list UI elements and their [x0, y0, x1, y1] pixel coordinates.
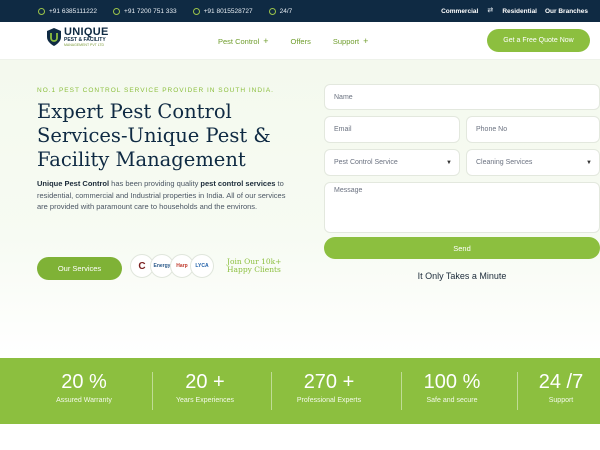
link-our-branches[interactable]: Our Branches [545, 8, 588, 15]
share-icon: ⇄ [487, 7, 494, 14]
hero-headline: Expert Pest Control Services-Unique Pest… [37, 100, 271, 171]
site-logo[interactable]: UNIQUE PEST & FACILITY MANAGEMENT PVT LT… [47, 27, 109, 48]
nav-menu: Pest Control + Offers Support + [218, 22, 368, 60]
page-bottom [0, 424, 600, 450]
logo-line-3: MANAGEMENT PVT LTD [64, 43, 105, 47]
divider [401, 372, 402, 410]
stat-safe: 100 % Safe and secure [423, 371, 481, 404]
top-bar: +91 6385111222 +91 7200 751 333 +91 8015… [0, 0, 600, 22]
caret-down-icon: ▼ [446, 159, 452, 166]
link-commercial[interactable]: Commercial [441, 8, 478, 15]
send-button[interactable]: Send [324, 237, 600, 259]
stat-experts: 270 + Professional Experts [296, 371, 362, 404]
shield-logo-icon [47, 28, 61, 47]
divider [152, 372, 153, 410]
caret-down-icon: ▼ [586, 159, 592, 166]
email-input[interactable]: Email [324, 116, 460, 143]
stat-support: 24 /7 Support [538, 371, 584, 404]
contact-list: +91 6385111222 +91 7200 751 333 +91 8015… [38, 7, 292, 15]
plus-icon: + [263, 35, 269, 46]
phone-link-1[interactable]: +91 6385111222 [38, 7, 97, 15]
top-links: Commercial ⇄ Residential Our Branches [441, 0, 588, 22]
hero-section: NO.1 PEST CONTROL SERVICE PROVIDER IN SO… [0, 60, 600, 358]
plus-icon: + [363, 35, 369, 46]
hero-description: Unique Pest Control has been providing q… [37, 179, 286, 211]
clock-icon [268, 7, 276, 15]
stat-experience: 20 + Years Experiences [175, 371, 235, 404]
free-quote-button[interactable]: Get a Free Quote Now [487, 29, 590, 52]
phone-link-2[interactable]: +91 7200 751 333 [113, 7, 177, 15]
client-logos: C Energy Harp LYCA [130, 254, 214, 278]
name-input[interactable]: Name [324, 84, 600, 110]
link-residential[interactable]: Residential [502, 8, 537, 15]
stats-bar: 20 % Assured Warranty 20 + Years Experie… [0, 358, 600, 424]
client-logo: LYCA [190, 254, 214, 278]
hours-item: 24/7 [268, 7, 292, 15]
nav-item-support[interactable]: Support + [333, 35, 369, 46]
hero-eyebrow: NO.1 PEST CONTROL SERVICE PROVIDER IN SO… [37, 87, 274, 94]
phone-input[interactable]: Phone No [466, 116, 600, 143]
pest-control-service-select[interactable]: Pest Control Service ▼ [324, 149, 460, 176]
phone-link-3[interactable]: +91 8015528727 [192, 7, 253, 15]
happy-clients-text: Join Our 10k+ Happy Clients [227, 257, 282, 274]
phone-icon [113, 7, 121, 15]
phone-icon [38, 7, 45, 15]
form-tagline: It Only Takes a Minute [417, 271, 507, 281]
divider [517, 372, 518, 410]
nav-item-pest-control[interactable]: Pest Control + [218, 35, 269, 46]
message-textarea[interactable]: Message [324, 182, 600, 233]
main-nav: UNIQUE PEST & FACILITY MANAGEMENT PVT LT… [0, 22, 600, 60]
nav-item-offers[interactable]: Offers [291, 37, 311, 46]
our-services-button[interactable]: Our Services [37, 257, 122, 280]
divider [271, 372, 272, 410]
cleaning-services-select[interactable]: Cleaning Services ▼ [466, 149, 600, 176]
logo-text: UNIQUE PEST & FACILITY MANAGEMENT PVT LT… [64, 27, 109, 48]
stat-warranty: 20 % Assured Warranty [56, 371, 112, 404]
phone-icon [192, 7, 200, 15]
